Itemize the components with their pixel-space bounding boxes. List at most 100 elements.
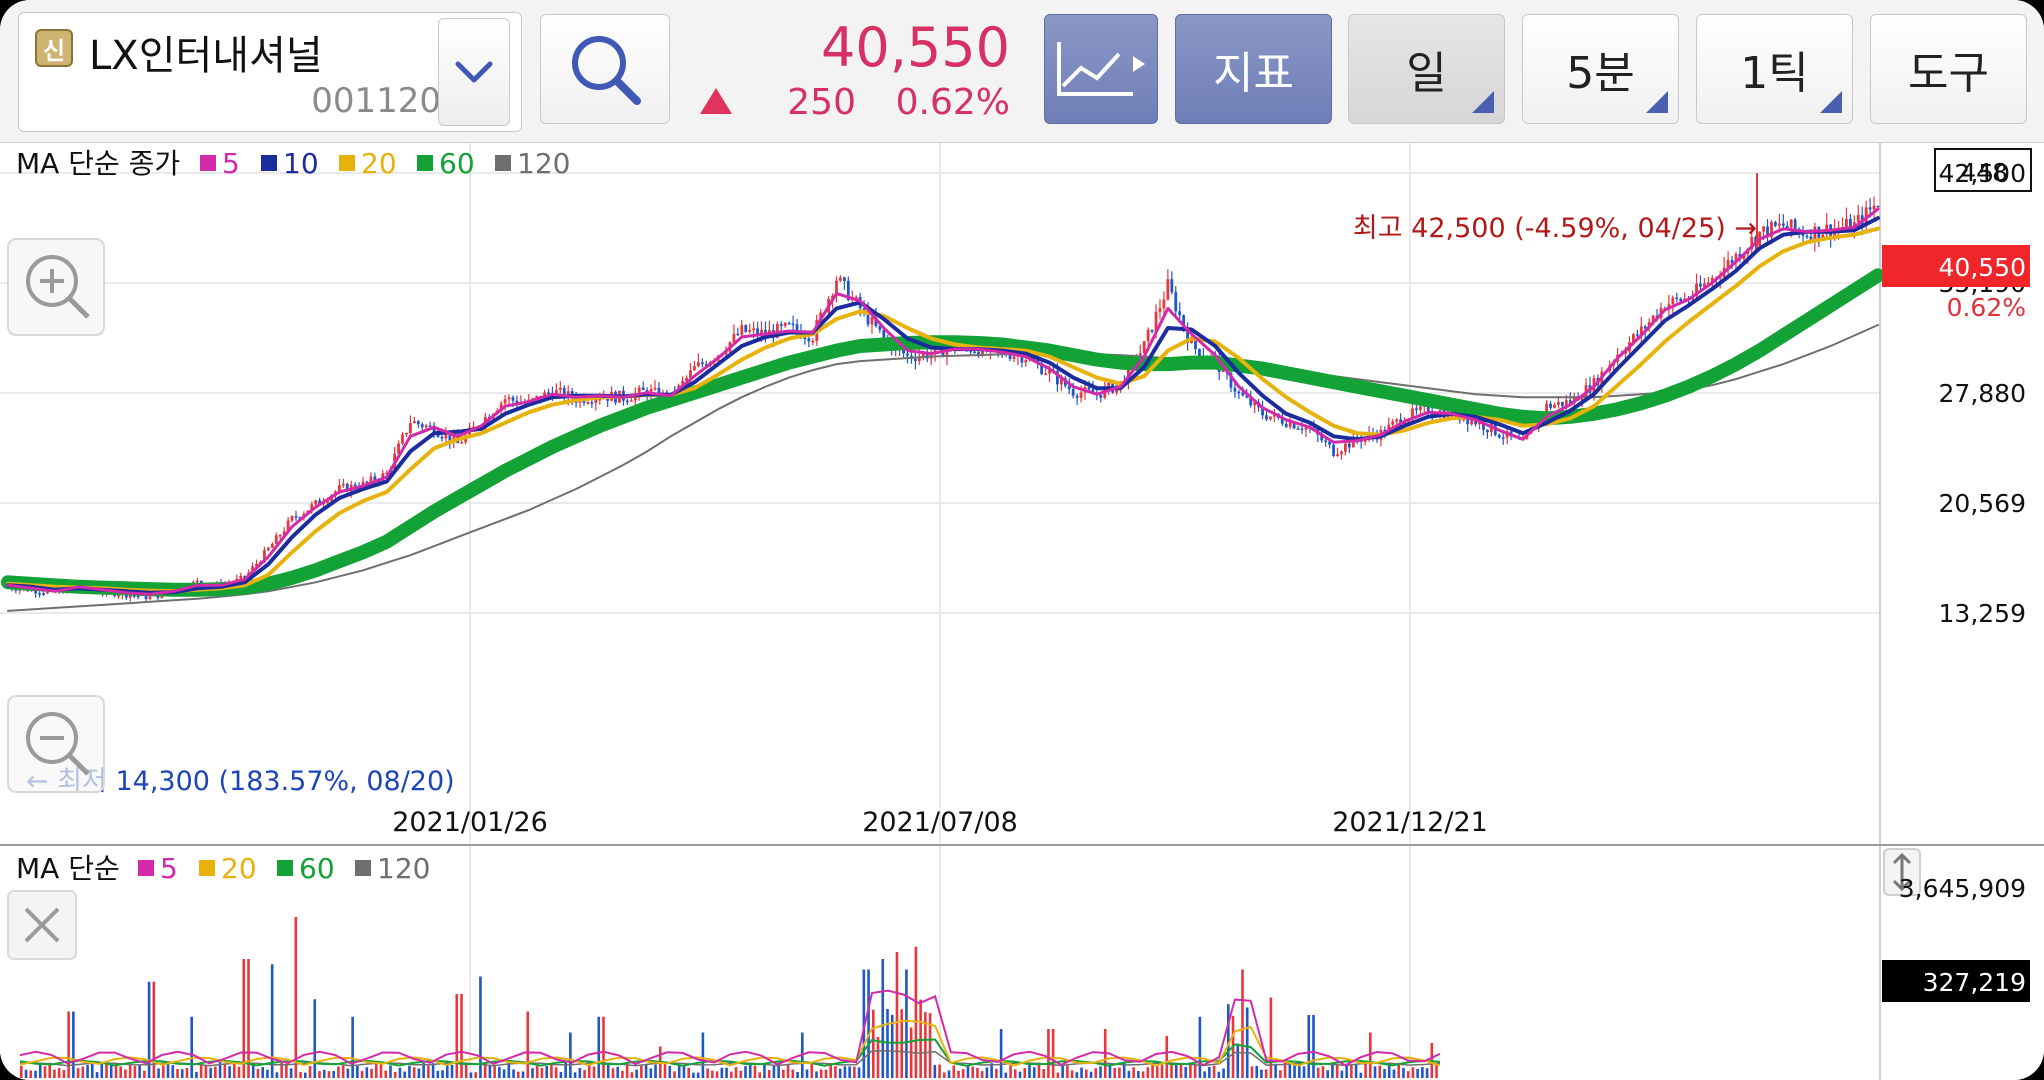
volume-bar — [20, 1065, 23, 1078]
volume-bar — [952, 1065, 956, 1078]
candle-body — [1872, 205, 1876, 210]
volume-bar — [1406, 1071, 1410, 1078]
volume-bar — [819, 1069, 823, 1078]
candle-body — [1265, 415, 1268, 420]
candle-body — [795, 324, 799, 331]
volume-bar — [166, 1062, 170, 1078]
stock-dropdown-button[interactable] — [438, 18, 510, 126]
volume-bar — [1250, 1066, 1254, 1078]
volume-bar — [1189, 1064, 1192, 1078]
period-tick-label: 1틱 — [1740, 48, 1809, 99]
volume-bar — [644, 1064, 648, 1078]
period-tick-button[interactable]: 1틱 — [1696, 14, 1853, 124]
candle-body — [1269, 416, 1272, 420]
volume-bar — [304, 1072, 307, 1078]
candle-body — [38, 593, 41, 595]
current-price-tag-label: 40,550 — [1939, 253, 2026, 282]
volume-bar — [611, 1068, 615, 1078]
volume-bar — [114, 1064, 118, 1078]
volume-bar — [1222, 1068, 1225, 1078]
volume-bar — [919, 999, 922, 1078]
candle-body — [1300, 428, 1304, 431]
volume-bar — [985, 1067, 989, 1078]
volume-bar — [1302, 1066, 1306, 1078]
candle-body — [1296, 428, 1300, 430]
volume-bar — [791, 1069, 795, 1078]
volume-bar — [62, 1070, 66, 1078]
zoom-in-button[interactable] — [7, 238, 105, 336]
period-day-button[interactable]: 일 — [1348, 14, 1505, 124]
volume-bar — [1113, 1067, 1116, 1078]
volume-bar — [119, 1066, 122, 1078]
candle-body — [700, 362, 704, 365]
candle-body — [1340, 451, 1343, 455]
volume-bar — [744, 1066, 747, 1078]
period-minute-button[interactable]: 5분 — [1522, 14, 1679, 124]
volume-bar — [474, 1072, 477, 1078]
volume-bar — [1255, 1065, 1258, 1078]
candle-body — [1635, 334, 1639, 336]
volume-bar — [758, 1072, 761, 1078]
candle-body — [1071, 389, 1075, 396]
volume-bar — [1089, 1071, 1093, 1078]
close-volume-button[interactable] — [7, 890, 77, 960]
toolbar: 신 LX인터내셔널 001120 40,550 250 0.62% 지표 일 5… — [0, 0, 2044, 143]
volume-bar — [933, 1064, 937, 1078]
candle-body — [444, 434, 448, 439]
search-button[interactable] — [540, 14, 670, 124]
candle-body — [1284, 423, 1288, 427]
volume-bar — [105, 1064, 108, 1078]
volume-legend-title: MA 단순 — [16, 852, 120, 885]
candle-body — [42, 593, 45, 595]
indicator-button[interactable]: 지표 — [1175, 14, 1332, 124]
candle-body — [294, 516, 298, 518]
volume-bar — [1378, 1065, 1382, 1078]
volume-bar — [1411, 1067, 1415, 1078]
candle-body — [405, 432, 408, 435]
candle-body — [266, 547, 270, 551]
volume-bar — [753, 1065, 757, 1078]
volume-bar — [180, 1069, 184, 1078]
volume-bar — [408, 1065, 411, 1078]
candle-body — [1557, 401, 1560, 405]
volume-bar — [573, 1072, 577, 1078]
tools-button[interactable]: 도구 — [1870, 14, 2027, 124]
zoom-out-button[interactable] — [7, 695, 105, 793]
volume-bar — [867, 969, 870, 1078]
candle-body — [1785, 225, 1789, 228]
stock-code: 001120 — [311, 81, 441, 121]
volume-bar — [649, 1068, 653, 1078]
candle-body — [409, 423, 412, 433]
candle-body — [1324, 440, 1328, 442]
volume-bar — [455, 994, 459, 1078]
volume-bar — [1198, 1016, 1202, 1078]
chart-type-button[interactable] — [1044, 14, 1158, 124]
candle-body — [1699, 283, 1702, 287]
volume-bar — [1070, 1070, 1074, 1078]
volume-bar — [351, 1016, 354, 1078]
corner-triangle-icon — [1646, 91, 1668, 113]
volume-bar — [1435, 1064, 1438, 1078]
volume-bar — [682, 1066, 686, 1078]
volume-bar — [1340, 1070, 1344, 1078]
volume-bar — [711, 1070, 714, 1078]
volume-bar — [971, 1066, 974, 1078]
corner-triangle-icon — [1820, 91, 1842, 113]
volume-bar — [332, 1071, 335, 1078]
period-day-label: 일 — [1406, 48, 1447, 99]
candle-body — [440, 436, 444, 439]
volume-bar — [663, 1063, 667, 1078]
volume-bar — [1402, 1067, 1405, 1078]
candle-body — [1012, 356, 1016, 360]
legend-swatch — [355, 860, 371, 876]
credit-badge: 신 — [35, 29, 73, 67]
volume-bar — [76, 1068, 80, 1078]
volume-bar — [961, 1069, 965, 1078]
volume-bar — [602, 1016, 605, 1078]
candle-body — [274, 535, 278, 544]
candle-body — [787, 322, 791, 325]
volume-bar — [1014, 1069, 1017, 1078]
candle-body — [1391, 421, 1395, 425]
stock-chart[interactable]: MA 단순 종가 5102060120 448 42,50035,19027,8… — [0, 143, 2044, 1080]
volume-bar — [512, 1069, 515, 1078]
